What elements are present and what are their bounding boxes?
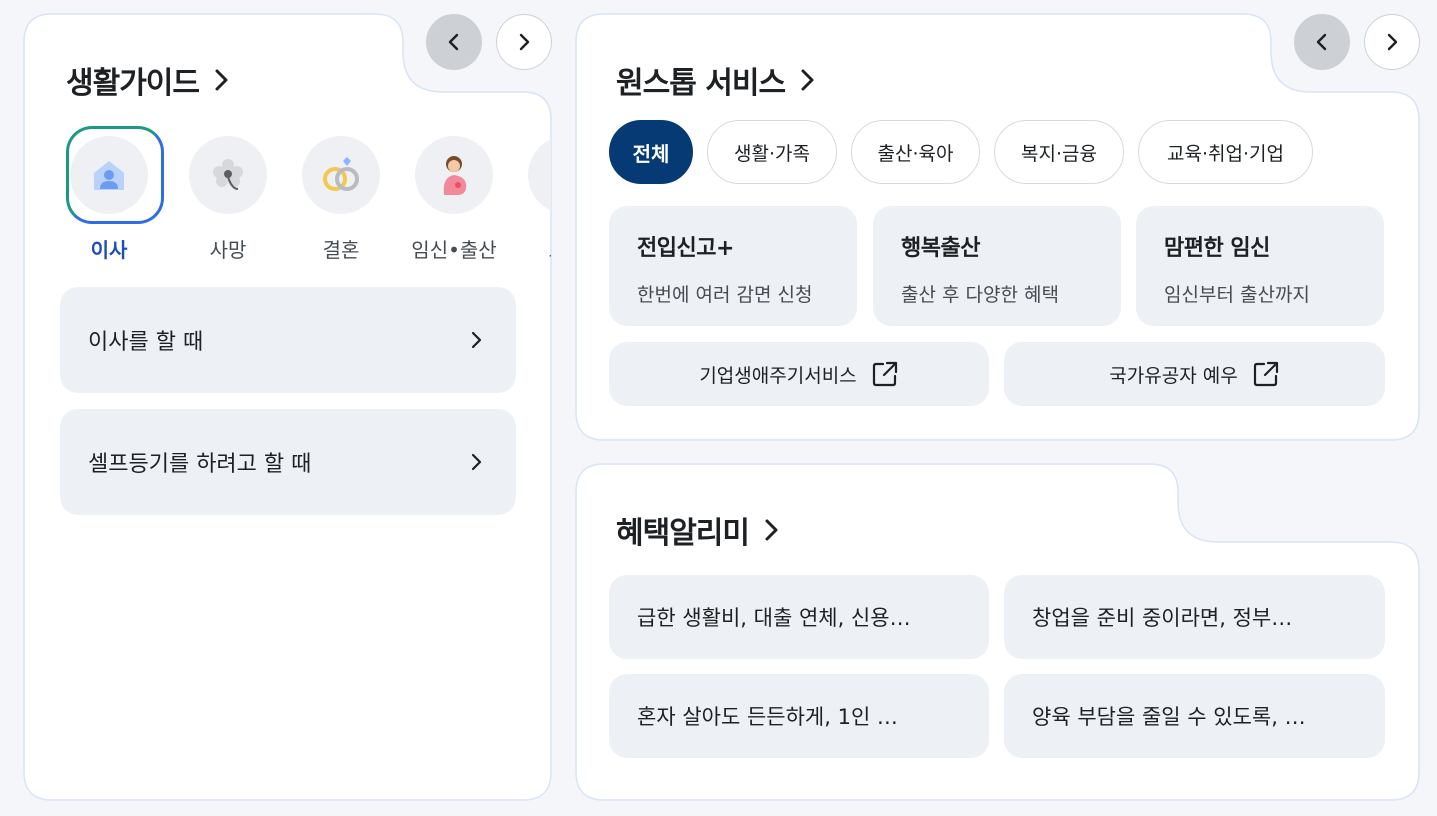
chevron-left-icon xyxy=(448,33,459,51)
category-label: 사망 xyxy=(209,238,247,262)
category-death[interactable]: 사망 xyxy=(178,126,278,263)
category-label: 이사 xyxy=(90,238,128,262)
flower-icon xyxy=(189,136,267,214)
guide-prev-button[interactable] xyxy=(426,14,482,70)
chevron-right-icon xyxy=(471,453,482,471)
category-pregnancy[interactable]: 임신•출산 xyxy=(404,126,504,263)
benefits-title-text: 혜택알리미 xyxy=(616,516,750,551)
service-title: 전입신고+ xyxy=(637,236,734,261)
external-link-label: 기업생애주기서비스 xyxy=(699,364,857,387)
health-icon xyxy=(528,136,551,214)
service-card-happy-birth[interactable]: 행복출산 출산 후 다양한 혜택 xyxy=(873,206,1121,326)
benefits-title[interactable]: 혜택알리미 xyxy=(616,508,781,552)
chevron-right-icon xyxy=(1387,33,1398,51)
benefit-item[interactable]: 양육 부담을 줄일 수 있도록, … xyxy=(1004,674,1385,758)
chip-birth-childcare[interactable]: 출산·육아 xyxy=(851,120,980,184)
category-label: 보건 xyxy=(517,234,551,263)
service-desc: 한번에 여러 감면 신청 xyxy=(637,284,813,306)
chevron-left-icon xyxy=(1316,33,1327,51)
external-link-label: 국가유공자 예우 xyxy=(1109,364,1238,387)
pregnant-woman-icon xyxy=(415,136,493,214)
service-card-move-in[interactable]: 전입신고+ 한번에 여러 감면 신청 xyxy=(609,206,857,326)
life-guide-title[interactable]: 생활가이드 xyxy=(66,58,231,102)
chip-welfare-finance[interactable]: 복지·금융 xyxy=(994,120,1124,184)
onestop-next-button[interactable] xyxy=(1364,14,1420,70)
external-link-icon xyxy=(1253,361,1278,387)
chip-life-family[interactable]: 생활·가족 xyxy=(707,120,837,184)
category-overflow-clip: 보건 xyxy=(508,126,551,276)
service-desc: 임신부터 출산까지 xyxy=(1164,284,1310,306)
service-card-pregnancy[interactable]: 맘편한 임신 임신부터 출산까지 xyxy=(1136,206,1384,326)
chevron-right-icon xyxy=(765,519,778,541)
onestop-prev-button[interactable] xyxy=(1294,14,1350,70)
category-label: 임신•출산 xyxy=(411,238,497,262)
life-guide-title-text: 생활가이드 xyxy=(66,66,200,101)
guide-item-label: 이사를 할 때 xyxy=(88,330,204,355)
onestop-title[interactable]: 원스톱 서비스 xyxy=(616,58,817,102)
category-marriage[interactable]: 결혼 xyxy=(291,126,391,263)
category-health[interactable]: 보건 xyxy=(517,126,551,263)
external-link-patriots[interactable]: 국가유공자 예우 xyxy=(1004,342,1385,406)
service-title: 맘편한 임신 xyxy=(1164,236,1270,261)
external-link-business-lifecycle[interactable]: 기업생애주기서비스 xyxy=(609,342,989,406)
chevron-right-icon xyxy=(215,69,228,91)
selected-ring xyxy=(66,126,164,224)
guide-item-label: 셀프등기를 하려고 할 때 xyxy=(88,452,312,477)
chevron-right-icon xyxy=(519,33,530,51)
category-move[interactable]: 이사 xyxy=(59,126,164,263)
guide-next-button[interactable] xyxy=(496,14,552,70)
guide-item-self-registration[interactable]: 셀프등기를 하려고 할 때 xyxy=(60,409,516,515)
benefit-item[interactable]: 급한 생활비, 대출 연체, 신용… xyxy=(609,575,989,659)
service-title: 행복출산 xyxy=(901,236,980,261)
chip-education-job-business[interactable]: 교육·취업·기업 xyxy=(1138,120,1313,184)
onestop-title-text: 원스톱 서비스 xyxy=(616,66,786,101)
rings-icon xyxy=(302,136,380,214)
chevron-right-icon xyxy=(801,69,814,91)
benefit-item[interactable]: 창업을 준비 중이라면, 정부… xyxy=(1004,575,1385,659)
service-desc: 출산 후 다양한 혜택 xyxy=(901,284,1059,306)
category-label: 결혼 xyxy=(322,238,360,262)
external-link-icon xyxy=(872,361,897,387)
guide-item-moving[interactable]: 이사를 할 때 xyxy=(60,287,516,393)
chevron-right-icon xyxy=(471,331,482,349)
benefit-item[interactable]: 혼자 살아도 든든하게, 1인 … xyxy=(609,674,989,758)
chip-all[interactable]: 전체 xyxy=(609,120,693,184)
